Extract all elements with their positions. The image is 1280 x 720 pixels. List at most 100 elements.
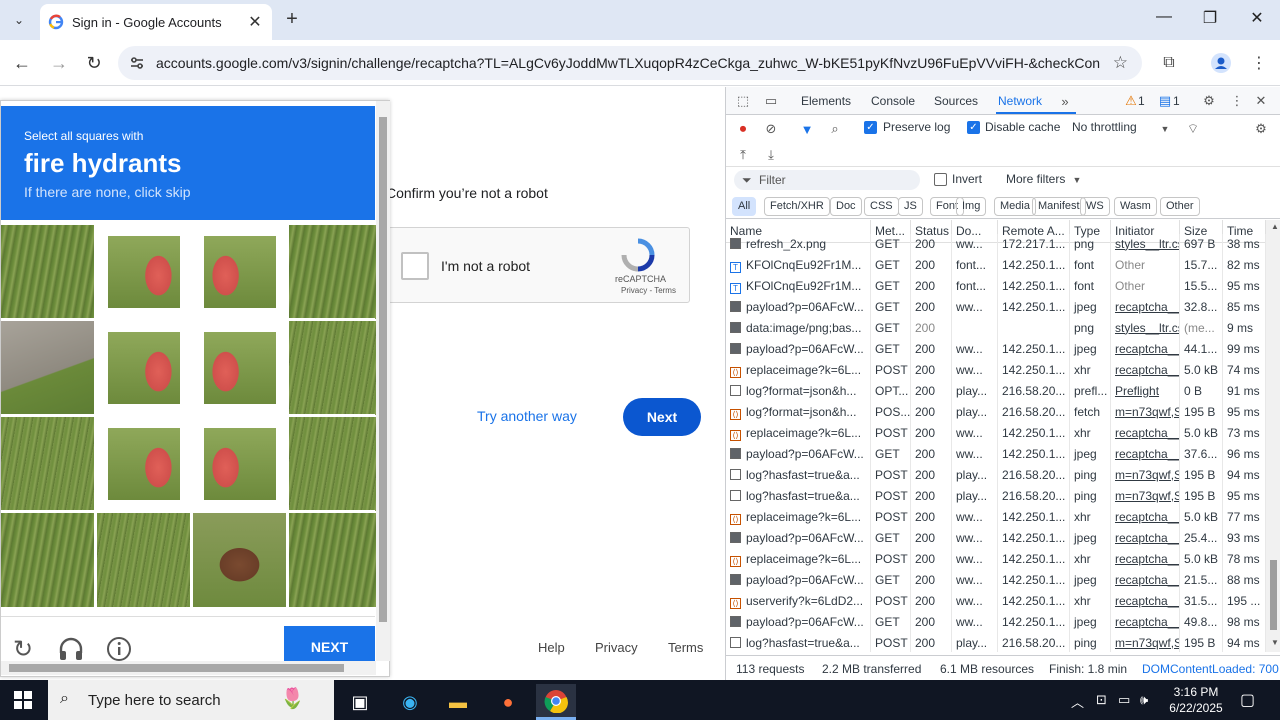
table-row[interactable]: ⟨⟩ replaceimage?k=6L... POST 200 ww... 142.25…: [726, 422, 1266, 444]
message-icon[interactable]: ▤: [1156, 93, 1174, 109]
footer-privacy-link[interactable]: Privacy: [595, 640, 638, 655]
captcha-tile[interactable]: [97, 225, 190, 319]
type-filter-other[interactable]: Other: [1160, 197, 1200, 216]
tab-elements[interactable]: Elements: [801, 94, 851, 108]
more-filters-button[interactable]: More filters: [1006, 172, 1065, 186]
devtools-close-icon[interactable]: ✕: [1252, 93, 1270, 109]
captcha-tile[interactable]: [1, 321, 94, 415]
table-row[interactable]: log?hasfast=true&a... POST 200 play... 216.5…: [726, 464, 1266, 486]
footer-help-link[interactable]: Help: [538, 640, 565, 655]
captcha-tile[interactable]: [193, 513, 286, 607]
captcha-tile[interactable]: [193, 321, 286, 415]
tab-close-icon[interactable]: ✕: [246, 12, 264, 32]
volume-icon[interactable]: 🕪: [1140, 692, 1148, 708]
back-icon[interactable]: ←: [11, 53, 33, 73]
device-toolbar-icon[interactable]: ▭: [762, 93, 780, 109]
try-another-way-link[interactable]: Try another way: [477, 408, 577, 424]
captcha-tile[interactable]: [1, 417, 94, 511]
notifications-icon[interactable]: ▢: [1240, 690, 1255, 710]
taskbar-search-box[interactable]: ⌕ Type here to search 🌷: [48, 680, 334, 720]
network-settings-icon[interactable]: ⚙: [1252, 121, 1270, 137]
import-har-icon[interactable]: ⤒: [734, 147, 752, 163]
filter-input[interactable]: ⏷ Filter: [734, 170, 920, 190]
tab-search-chevron-icon[interactable]: ⌄: [8, 10, 30, 30]
type-filter-all[interactable]: All: [732, 197, 757, 216]
table-row[interactable]: payload?p=06AFcW... GET 200 ww... 142.250.1.…: [726, 443, 1266, 465]
table-row[interactable]: payload?p=06AFcW... GET 200 ww... 142.250.1.…: [726, 527, 1266, 549]
profile-avatar-icon[interactable]: [1210, 52, 1232, 74]
devtools-menu-icon[interactable]: ⋮: [1228, 93, 1246, 109]
network-conditions-icon[interactable]: ⌔: [1184, 121, 1202, 137]
type-filter-js[interactable]: JS: [898, 197, 923, 216]
chrome-taskbar-icon[interactable]: [536, 684, 576, 720]
site-info-icon[interactable]: [128, 54, 146, 72]
captcha-tile[interactable]: [97, 417, 190, 511]
preserve-log-checkbox[interactable]: ✓: [864, 121, 877, 134]
captcha-tile[interactable]: [193, 225, 286, 319]
export-har-icon[interactable]: ⤓: [762, 147, 780, 163]
table-row[interactable]: log?hasfast=true&a... POST 200 play... 216.5…: [726, 485, 1266, 507]
table-row[interactable]: ⟨⟩ replaceimage?k=6L... POST 200 ww... 142.25…: [726, 548, 1266, 570]
scroll-thumb[interactable]: [379, 117, 387, 622]
captcha-tile[interactable]: [1, 225, 94, 319]
forward-icon[interactable]: →: [48, 53, 70, 73]
type-filter-fetchxhr[interactable]: Fetch/XHR: [764, 197, 830, 216]
table-row[interactable]: ⟨⟩ replaceimage?k=6L... POST 200 ww... 142.25…: [726, 506, 1266, 528]
tray-device-icon[interactable]: ⊡: [1096, 692, 1107, 708]
table-row[interactable]: data:image/png;bas... GET 200 png styles__lt…: [726, 317, 1266, 339]
captcha-tile[interactable]: [193, 417, 286, 511]
disable-cache-checkbox[interactable]: ✓: [967, 121, 980, 134]
captcha-tile[interactable]: [289, 417, 382, 511]
network-icon[interactable]: ▭: [1118, 692, 1130, 708]
table-row[interactable]: payload?p=06AFcW... GET 200 ww... 142.250.1.…: [726, 338, 1266, 360]
minimize-icon[interactable]: —: [1152, 8, 1176, 26]
extensions-icon[interactable]: ⧉: [1158, 52, 1180, 74]
tray-chevron-icon[interactable]: ︿: [1071, 692, 1084, 711]
footer-terms-link[interactable]: Terms: [668, 640, 703, 655]
captcha-tile[interactable]: [97, 513, 190, 607]
captcha-tile[interactable]: [289, 225, 382, 319]
address-bar[interactable]: accounts.google.com/v3/signin/challenge/…: [118, 46, 1142, 80]
firefox-icon[interactable]: ●: [488, 684, 528, 720]
type-filter-css[interactable]: CSS: [864, 197, 899, 216]
table-row[interactable]: ⟨⟩ log?format=json&h... POS... 200 play... 21…: [726, 401, 1266, 423]
filter-funnel-icon[interactable]: ▼: [798, 121, 816, 137]
popup-vertical-scrollbar[interactable]: [376, 101, 390, 661]
audio-challenge-icon[interactable]: [57, 635, 85, 663]
table-row[interactable]: ⟨⟩ userverify?k=6LdD2... POST 200 ww... 142.2…: [726, 590, 1266, 612]
table-row[interactable]: payload?p=06AFcW... GET 200 ww... 142.250.1.…: [726, 569, 1266, 591]
scroll-thumb[interactable]: [9, 664, 344, 672]
type-filter-wasm[interactable]: Wasm: [1114, 197, 1157, 216]
table-row[interactable]: T KFOlCnqEu92Fr1M... GET 200 font... 142.250.…: [726, 254, 1266, 276]
inspect-element-icon[interactable]: ⬚: [734, 93, 752, 109]
popup-horizontal-scrollbar[interactable]: [1, 661, 376, 675]
scroll-up-icon[interactable]: ▲: [1266, 218, 1280, 234]
tab-network[interactable]: Network: [998, 94, 1042, 108]
throttling-chevron-icon[interactable]: ▼: [1156, 121, 1174, 137]
chrome-menu-icon[interactable]: ⋮: [1248, 52, 1270, 74]
invert-checkbox[interactable]: [934, 173, 947, 186]
clear-icon[interactable]: ⊘: [762, 121, 780, 137]
search-icon[interactable]: ⌕: [826, 121, 844, 137]
next-button[interactable]: Next: [623, 398, 701, 436]
table-row[interactable]: ⟨⟩ replaceimage?k=6L... POST 200 ww... 142.25…: [726, 359, 1266, 381]
captcha-tile[interactable]: [1, 513, 94, 607]
table-row[interactable]: log?hasfast=true&a... POST 200 play... 216.5…: [726, 632, 1266, 652]
table-row[interactable]: refresh_2x.png GET 200 ww... 172.217.1... png…: [726, 233, 1266, 255]
tab-console[interactable]: Console: [871, 94, 915, 108]
record-stop-icon[interactable]: ⏺: [734, 121, 752, 137]
table-scroll-thumb[interactable]: [1270, 560, 1277, 630]
new-tab-icon[interactable]: +: [282, 8, 302, 31]
type-filter-media[interactable]: Media: [994, 197, 1036, 216]
table-row[interactable]: log?format=json&h... OPT... 200 play... 216.…: [726, 380, 1266, 402]
reload-challenge-icon[interactable]: ↻: [9, 635, 37, 663]
bookmark-star-icon[interactable]: ☆: [1113, 53, 1128, 73]
restore-icon[interactable]: ❐: [1198, 8, 1222, 28]
type-filter-doc[interactable]: Doc: [830, 197, 862, 216]
info-icon[interactable]: [105, 635, 133, 663]
table-row[interactable]: T KFOlCnqEu92Fr1M... GET 200 font... 142.250.…: [726, 275, 1266, 297]
tab-google-accounts[interactable]: Sign in - Google Accounts ✕: [40, 4, 272, 40]
captcha-tile[interactable]: [289, 513, 382, 607]
system-clock[interactable]: 3:16 PM 6/22/2025: [1166, 684, 1226, 716]
windows-start-icon[interactable]: [14, 691, 32, 709]
